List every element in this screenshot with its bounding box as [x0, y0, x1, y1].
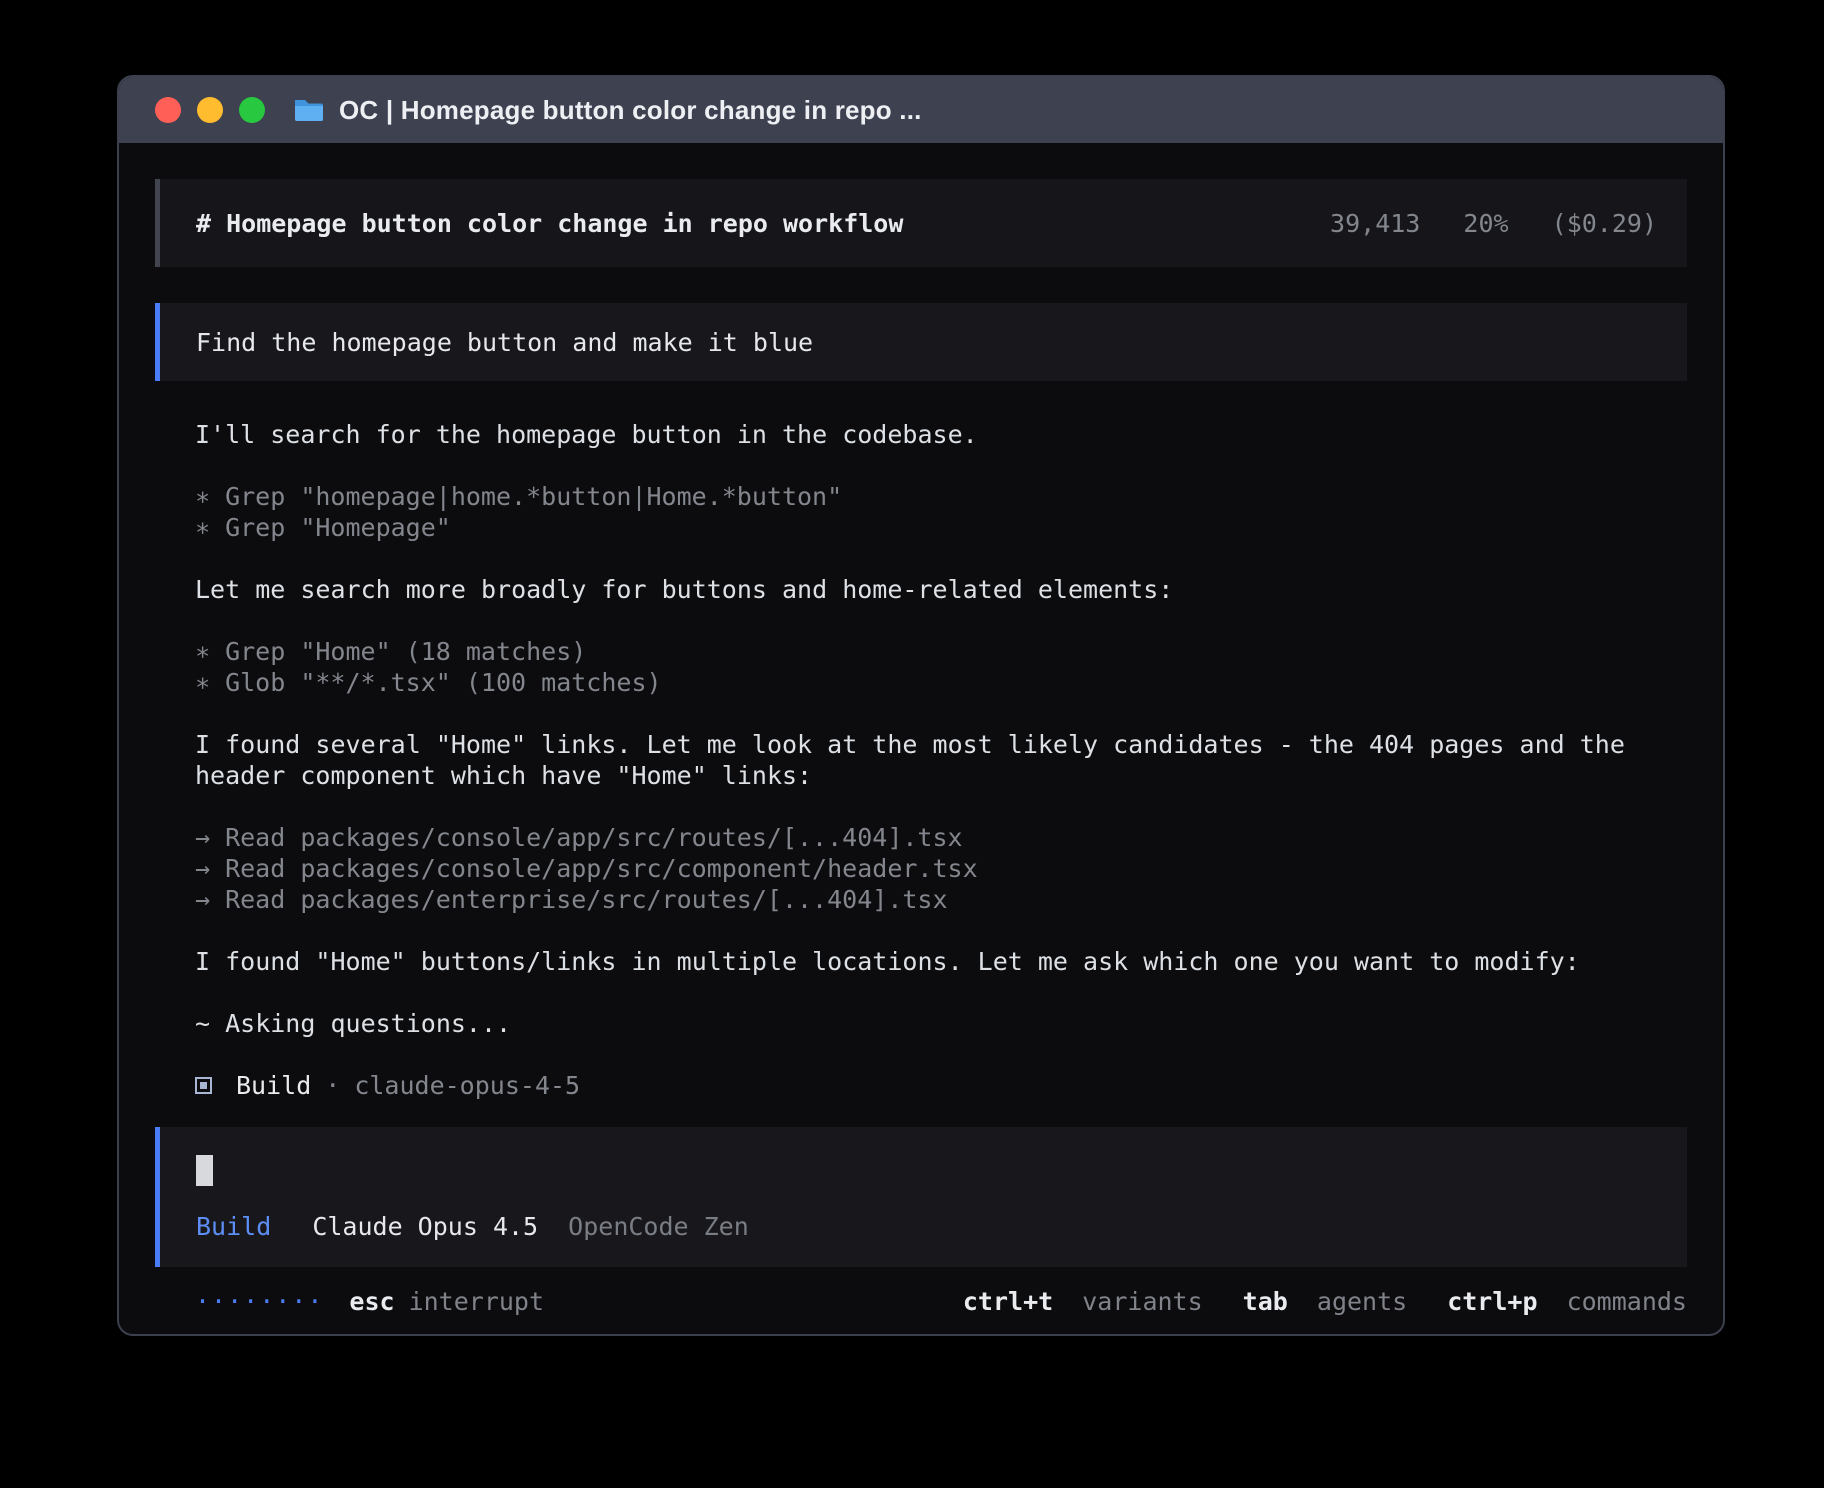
provider-label: OpenCode Zen	[568, 1212, 749, 1241]
tool-call-text: Glob "**/*.tsx" (100 matches)	[225, 668, 662, 697]
assistant-paragraph: Let me search more broadly for buttons a…	[195, 574, 1687, 605]
asterisk-icon: ∗	[195, 667, 210, 698]
asterisk-icon: ∗	[195, 636, 210, 667]
shortcut-key: tab	[1243, 1287, 1288, 1316]
token-count: 39,413	[1330, 209, 1420, 238]
agent-model: claude-opus-4-5	[354, 1070, 580, 1101]
tool-call-grep: ∗ Grep "homepage|home.*button|Home.*butto…	[195, 481, 1687, 512]
titlebar[interactable]: OC | Homepage button color change in rep…	[119, 77, 1723, 143]
arrow-right-icon: →	[195, 822, 210, 853]
model-info-row: Build Claude Opus 4.5 OpenCode Zen	[196, 1212, 1651, 1241]
tool-call-read: → Read packages/enterprise/src/routes/[..…	[195, 884, 1687, 915]
tool-call-group: ∗ Grep "homepage|home.*button|Home.*butto…	[195, 481, 1687, 543]
esc-key-label: interrupt	[409, 1287, 544, 1316]
shortcut-variants: ctrl+t variants	[963, 1287, 1203, 1316]
tool-call-text: Grep "homepage|home.*button|Home.*button…	[225, 482, 842, 511]
arrow-right-icon: →	[195, 853, 210, 884]
tool-call-group: → Read packages/console/app/src/routes/[.…	[195, 822, 1687, 915]
tool-call-text: Grep "Homepage"	[225, 513, 451, 542]
session-title: # Homepage button color change in repo w…	[196, 209, 903, 238]
agent-build-icon	[195, 1077, 212, 1094]
tool-call-read: → Read packages/console/app/src/component…	[195, 853, 1687, 884]
shortcut-key: ctrl+p	[1447, 1287, 1537, 1316]
agent-info-row: Build · claude-opus-4-5	[195, 1070, 1687, 1101]
folder-icon	[293, 97, 325, 123]
tool-call-grep: ∗ Grep "Homepage"	[195, 512, 1687, 543]
session-stats: 39,413 20% ($0.29)	[1330, 209, 1657, 238]
session-cost: ($0.29)	[1552, 209, 1657, 238]
assistant-response: I'll search for the homepage button in t…	[195, 419, 1687, 1101]
tool-call-text: Read packages/console/app/src/routes/[..…	[225, 823, 963, 852]
user-message-text: Find the homepage button and make it blu…	[196, 328, 813, 357]
spinner-dots: ········	[195, 1287, 323, 1316]
model-name-label: Claude Opus 4.5	[312, 1212, 538, 1241]
shortcut-hints: ctrl+t variants tab agents ctrl+p comman…	[923, 1287, 1687, 1316]
shortcut-key: ctrl+t	[963, 1287, 1053, 1316]
context-percent: 20%	[1463, 209, 1508, 238]
assistant-paragraph: I'll search for the homepage button in t…	[195, 419, 1687, 450]
assistant-paragraph: I found several "Home" links. Let me loo…	[195, 729, 1687, 791]
session-header: # Homepage button color change in repo w…	[155, 179, 1687, 267]
esc-key-hint: esc	[349, 1287, 394, 1316]
shortcut-label: agents	[1317, 1287, 1407, 1316]
dot-separator: ·	[325, 1070, 340, 1101]
shortcut-label: variants	[1082, 1287, 1202, 1316]
zoom-button[interactable]	[239, 97, 265, 123]
shortcut-commands: ctrl+p commands	[1447, 1287, 1687, 1316]
traffic-lights	[155, 97, 265, 123]
working-status: ~ Asking questions...	[195, 1008, 1687, 1039]
asterisk-icon: ∗	[195, 481, 210, 512]
assistant-paragraph: I found "Home" buttons/links in multiple…	[195, 946, 1687, 977]
status-bar: ········ esc interrupt ctrl+t variants t…	[195, 1285, 1687, 1317]
text-cursor	[196, 1155, 213, 1186]
tool-call-text: Read packages/console/app/src/component/…	[225, 854, 978, 883]
tool-call-text: Read packages/enterprise/src/routes/[...…	[225, 885, 947, 914]
prompt-input[interactable]: Build Claude Opus 4.5 OpenCode Zen	[155, 1127, 1687, 1267]
shortcut-agents: tab agents	[1243, 1287, 1408, 1316]
user-message: Find the homepage button and make it blu…	[155, 303, 1687, 381]
tool-call-group: ∗ Grep "Home" (18 matches) ∗ Glob "**/*.ts…	[195, 636, 1687, 698]
agent-mode-label[interactable]: Build	[196, 1212, 271, 1241]
tool-call-glob: ∗ Glob "**/*.tsx" (100 matches)	[195, 667, 1687, 698]
asterisk-icon: ∗	[195, 512, 210, 543]
window-title: OC | Homepage button color change in rep…	[339, 95, 922, 126]
arrow-right-icon: →	[195, 884, 210, 915]
tool-call-read: → Read packages/console/app/src/routes/[.…	[195, 822, 1687, 853]
agent-name: Build	[236, 1070, 311, 1101]
close-button[interactable]	[155, 97, 181, 123]
minimize-button[interactable]	[197, 97, 223, 123]
tool-call-grep: ∗ Grep "Home" (18 matches)	[195, 636, 1687, 667]
terminal-window: OC | Homepage button color change in rep…	[117, 75, 1725, 1336]
shortcut-label: commands	[1567, 1287, 1687, 1316]
tool-call-text: Grep "Home" (18 matches)	[225, 637, 586, 666]
session-content: # Homepage button color change in repo w…	[119, 143, 1723, 1317]
